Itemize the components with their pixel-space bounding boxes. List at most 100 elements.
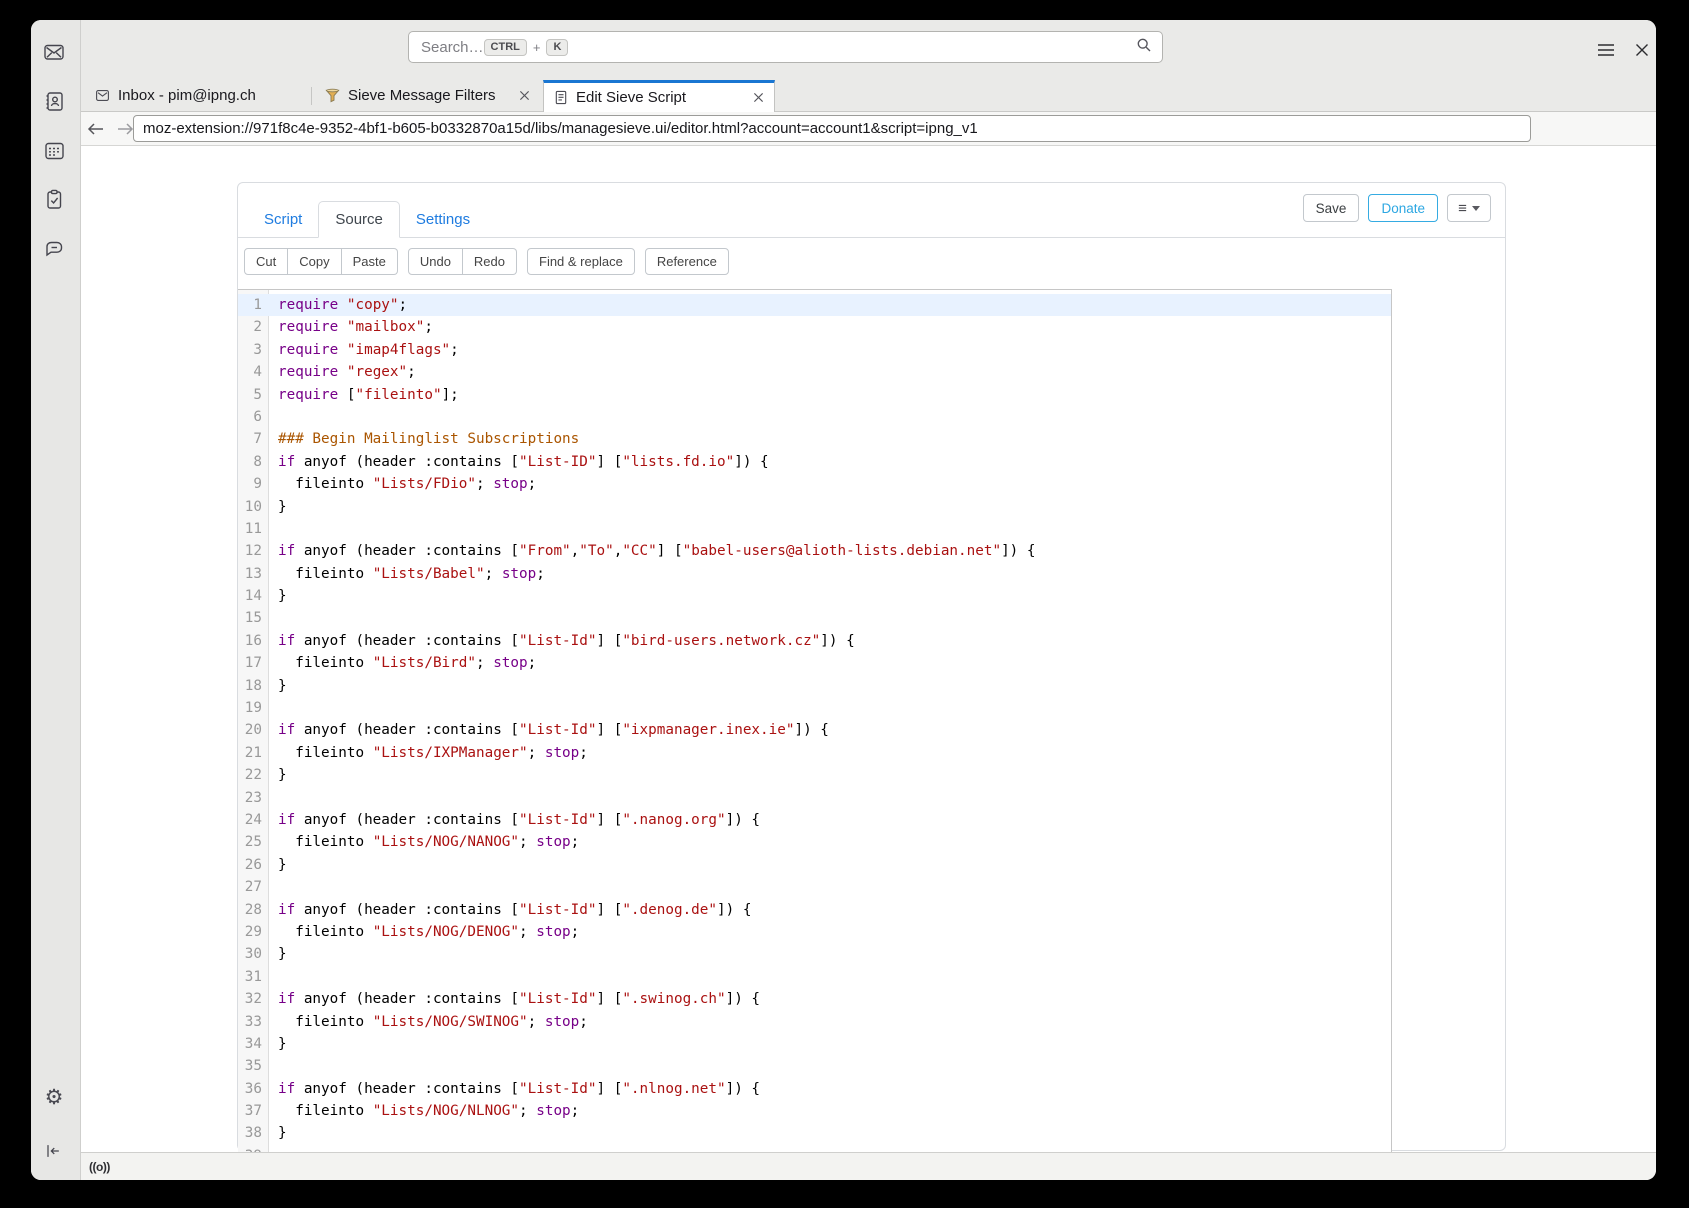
sidebar-item-tasks[interactable] bbox=[40, 185, 68, 213]
sidebar-item-mail[interactable] bbox=[40, 38, 68, 66]
line-number: 28 bbox=[238, 899, 269, 921]
line-number: 4 bbox=[238, 361, 269, 383]
code-text[interactable]: if anyof (header :contains ["List-Id"] [… bbox=[269, 809, 760, 831]
url-toolbar bbox=[81, 112, 1656, 146]
line-number: 18 bbox=[238, 675, 269, 697]
code-text[interactable]: if anyof (header :contains ["List-Id"] [… bbox=[269, 988, 760, 1010]
code-text[interactable]: if anyof (header :contains ["List-Id"] [… bbox=[269, 630, 855, 652]
code-text[interactable]: require "mailbox"; bbox=[269, 316, 433, 338]
code-text[interactable] bbox=[269, 607, 278, 629]
line-number: 5 bbox=[238, 384, 269, 406]
code-text[interactable]: if anyof (header :contains ["From","To",… bbox=[269, 540, 1036, 562]
code-text[interactable]: } bbox=[269, 854, 287, 876]
redo-button[interactable]: Redo bbox=[463, 248, 517, 275]
tab-close-icon[interactable] bbox=[753, 92, 764, 103]
code-text[interactable] bbox=[269, 697, 278, 719]
code-text[interactable]: } bbox=[269, 585, 287, 607]
code-text[interactable] bbox=[269, 966, 278, 988]
thunderbird-window: Search… CTRL + K Inbox - pim@ipng.ch Siev… bbox=[31, 20, 1656, 1180]
tab-sieve-message-filters[interactable]: Sieve Message Filters bbox=[315, 80, 540, 111]
code-line: 16if anyof (header :contains ["List-Id"]… bbox=[238, 630, 1391, 652]
code-text[interactable] bbox=[269, 876, 278, 898]
toolbar-group: Find & replace bbox=[527, 248, 635, 275]
line-number: 24 bbox=[238, 809, 269, 831]
editor-tab-settings[interactable]: Settings bbox=[400, 202, 486, 237]
kbd-plus: + bbox=[533, 40, 541, 55]
undo-button[interactable]: Undo bbox=[408, 248, 463, 275]
gear-icon[interactable]: ⚙ bbox=[40, 1083, 68, 1111]
code-text[interactable] bbox=[269, 406, 278, 428]
sidebar-item-address-book[interactable] bbox=[40, 87, 68, 115]
editor-tab-source[interactable]: Source bbox=[318, 201, 400, 238]
donate-button[interactable]: Donate bbox=[1368, 194, 1438, 222]
reference-button[interactable]: Reference bbox=[645, 248, 729, 275]
code-text[interactable]: fileinto "Lists/Bird"; stop; bbox=[269, 652, 536, 674]
code-text[interactable]: } bbox=[269, 1033, 287, 1055]
message-icon bbox=[95, 88, 110, 103]
editor-menu-button[interactable]: ≡ bbox=[1447, 194, 1491, 222]
code-text[interactable]: } bbox=[269, 764, 287, 786]
code-text[interactable]: fileinto "Lists/IXPManager"; stop; bbox=[269, 742, 588, 764]
find-replace-button[interactable]: Find & replace bbox=[527, 248, 635, 275]
code-line: 30} bbox=[238, 943, 1391, 965]
code-text[interactable]: ### Begin Mailinglist Subscriptions bbox=[269, 428, 579, 450]
code-line: 14} bbox=[238, 585, 1391, 607]
code-line: 27 bbox=[238, 876, 1391, 898]
code-text[interactable] bbox=[269, 518, 278, 540]
code-text[interactable]: if anyof (header :contains ["List-Id"] [… bbox=[269, 1078, 760, 1100]
code-text[interactable]: if anyof (header :contains ["List-Id"] [… bbox=[269, 899, 751, 921]
code-text[interactable] bbox=[269, 1145, 278, 1152]
tab-label: Inbox - pim@ipng.ch bbox=[118, 87, 256, 104]
code-text[interactable]: fileinto "Lists/Babel"; stop; bbox=[269, 563, 545, 585]
code-text[interactable]: } bbox=[269, 496, 287, 518]
code-text[interactable]: fileinto "Lists/FDio"; stop; bbox=[269, 473, 536, 495]
document-icon bbox=[554, 90, 568, 105]
tab-label: Edit Sieve Script bbox=[576, 89, 686, 106]
code-line: 35 bbox=[238, 1055, 1391, 1077]
save-button[interactable]: Save bbox=[1303, 194, 1360, 222]
tab-edit-sieve-script[interactable]: Edit Sieve Script bbox=[543, 80, 775, 112]
line-number: 11 bbox=[238, 518, 269, 540]
app-menu-icon[interactable] bbox=[1592, 36, 1620, 64]
editor-tab-bar: ScriptSourceSettings Save Donate ≡ bbox=[238, 183, 1505, 238]
tab-close-icon[interactable] bbox=[519, 90, 530, 101]
sidebar-item-chat[interactable] bbox=[40, 234, 68, 262]
copy-button[interactable]: Copy bbox=[288, 248, 341, 275]
code-text[interactable]: fileinto "Lists/NOG/DENOG"; stop; bbox=[269, 921, 579, 943]
code-text[interactable]: require "regex"; bbox=[269, 361, 416, 383]
line-number: 8 bbox=[238, 451, 269, 473]
code-text[interactable]: require "copy"; bbox=[269, 294, 407, 316]
code-editor[interactable]: 1require "copy";2require "mailbox";3requ… bbox=[238, 289, 1392, 1152]
global-search-input[interactable]: Search… CTRL + K bbox=[408, 31, 1163, 63]
code-text[interactable] bbox=[269, 1055, 278, 1077]
code-text[interactable]: fileinto "Lists/NOG/NANOG"; stop; bbox=[269, 831, 579, 853]
code-text[interactable] bbox=[269, 787, 278, 809]
code-line: 6 bbox=[238, 406, 1391, 428]
sidebar-item-calendar[interactable] bbox=[40, 136, 68, 164]
code-text[interactable]: require "imap4flags"; bbox=[269, 339, 459, 361]
paste-button[interactable]: Paste bbox=[342, 248, 398, 275]
code-line: 3require "imap4flags"; bbox=[238, 339, 1391, 361]
code-text[interactable]: } bbox=[269, 943, 287, 965]
code-text[interactable]: fileinto "Lists/NOG/NLNOG"; stop; bbox=[269, 1100, 579, 1122]
code-text[interactable]: if anyof (header :contains ["List-ID"] [… bbox=[269, 451, 769, 473]
code-text[interactable]: } bbox=[269, 1122, 287, 1144]
url-input[interactable] bbox=[133, 115, 1531, 142]
collapse-sidebar-icon[interactable] bbox=[39, 1138, 67, 1164]
status-bar: ((o)) bbox=[81, 1152, 1656, 1180]
line-number: 13 bbox=[238, 563, 269, 585]
cut-button[interactable]: Cut bbox=[244, 248, 288, 275]
tab-inbox-pim-ipng-ch[interactable]: Inbox - pim@ipng.ch bbox=[85, 80, 310, 111]
line-number: 2 bbox=[238, 316, 269, 338]
kbd-k: K bbox=[546, 39, 568, 56]
code-text[interactable]: if anyof (header :contains ["List-Id"] [… bbox=[269, 719, 829, 741]
back-icon[interactable] bbox=[83, 117, 107, 141]
code-text[interactable]: require ["fileinto"]; bbox=[269, 384, 459, 406]
code-line: 1require "copy"; bbox=[238, 294, 1391, 316]
code-line: 26} bbox=[238, 854, 1391, 876]
code-text[interactable]: } bbox=[269, 675, 287, 697]
code-text[interactable]: fileinto "Lists/NOG/SWINOG"; stop; bbox=[269, 1011, 588, 1033]
line-number: 9 bbox=[238, 473, 269, 495]
window-close-icon[interactable] bbox=[1628, 36, 1656, 64]
editor-tab-script[interactable]: Script bbox=[248, 202, 318, 237]
